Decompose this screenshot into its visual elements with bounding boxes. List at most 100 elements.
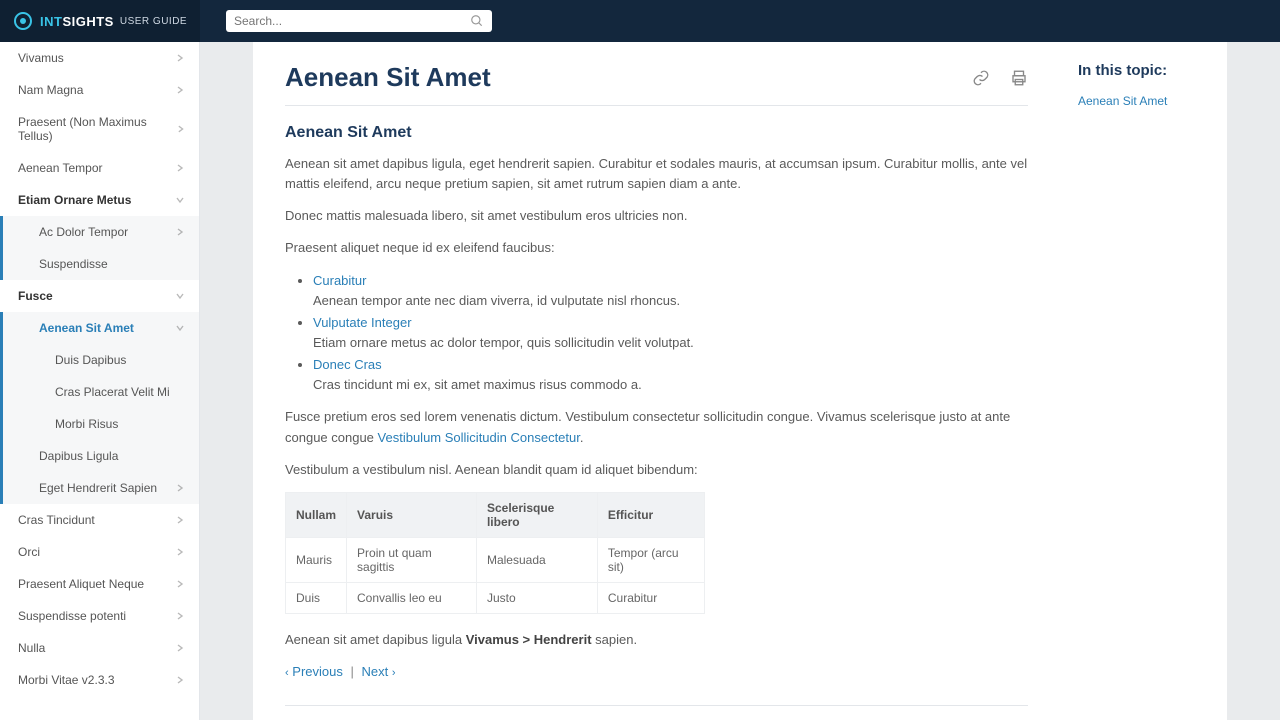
sidebar-item[interactable]: Praesent Aliquet Neque [0, 568, 199, 600]
sidebar-item-label: Cras Tincidunt [18, 513, 95, 527]
in-this-topic: In this topic: Aenean Sit Amet [1060, 42, 1227, 720]
sidebar-item-label: Eget Hendrerit Sapien [39, 481, 157, 495]
chevron-right-icon [175, 227, 185, 237]
chevron-right-icon [175, 515, 185, 525]
in-this-topic-link[interactable]: Aenean Sit Amet [1078, 94, 1167, 108]
inline-link[interactable]: Vestibulum Sollicitudin Consectetur [378, 430, 580, 445]
table-cell: Proin ut quam sagittis [347, 537, 477, 582]
paragraph-1: Aenean sit amet dapibus ligula, eget hen… [285, 154, 1028, 194]
list-item-desc: Etiam ornare metus ac dolor tempor, quis… [313, 333, 1028, 353]
brand-logo-icon [14, 12, 32, 30]
sidebar-item[interactable]: Vivamus [0, 42, 199, 74]
sidebar-item[interactable]: Praesent (Non Maximus Tellus) [0, 106, 199, 152]
sidebar-item-label: Fusce [18, 289, 53, 303]
list-item: Vulputate Integer Etiam ornare metus ac d… [313, 313, 1028, 353]
content-outer: Aenean Sit Amet Aenean Sit Amet Aenean s… [200, 42, 1280, 720]
paragraph-3: Praesent aliquet neque id ex eleifend fa… [285, 238, 1028, 258]
chevron-right-icon [175, 643, 185, 653]
topbar: INTSIGHTS USER GUIDE [0, 0, 1280, 42]
sidebar-item-label: Praesent Aliquet Neque [18, 577, 144, 591]
list-item-link[interactable]: Curabitur [313, 273, 366, 288]
sidebar-item[interactable]: Suspendisse [3, 248, 199, 280]
brand-sub: USER GUIDE [120, 16, 187, 27]
sidebar-item-label: Etiam Ornare Metus [18, 193, 131, 207]
chevron-right-icon [175, 675, 185, 685]
table-header-row: NullamVaruisScelerisque liberoEfficitur [286, 492, 705, 537]
sidebar-item[interactable]: Morbi Risus [3, 408, 199, 440]
page-title: Aenean Sit Amet [285, 62, 491, 93]
list-item-link[interactable]: Vulputate Integer [313, 315, 412, 330]
search-input[interactable] [234, 14, 470, 28]
sidebar-item[interactable]: Nam Magna [0, 74, 199, 106]
table-cell: Tempor (arcu sit) [597, 537, 704, 582]
sidebar-item-label: Nam Magna [18, 83, 83, 97]
list-item-link[interactable]: Donec Cras [313, 357, 382, 372]
sidebar-item[interactable]: Dapibus Ligula [3, 440, 199, 472]
sidebar-item-label: Nulla [18, 641, 45, 655]
chevron-down-icon [175, 323, 185, 333]
list-item: Donec Cras Cras tincidunt mi ex, sit amet… [313, 355, 1028, 395]
sidebar-item-label: Duis Dapibus [55, 353, 126, 367]
sidebar-item-label: Suspendisse [39, 257, 108, 271]
table-row: MaurisProin ut quam sagittisMalesuadaTem… [286, 537, 705, 582]
sidebar-item[interactable]: Eget Hendrerit Sapien [3, 472, 199, 504]
sidebar-item[interactable]: Duis Dapibus [3, 344, 199, 376]
sidebar-item[interactable]: Cras Placerat Velit Mi [3, 376, 199, 408]
chevron-right-icon [176, 124, 185, 134]
sidebar-item[interactable]: Orci [0, 536, 199, 568]
list-item: CurabiturAenean tempor ante nec diam viv… [313, 271, 1028, 311]
print-icon[interactable] [1010, 69, 1028, 87]
table-cell: Malesuada [476, 537, 597, 582]
chevron-left-icon: ‹ [285, 667, 289, 679]
sidebar-item-label: Orci [18, 545, 40, 559]
sidebar-item-label: Ac Dolor Tempor [39, 225, 128, 239]
sidebar-item[interactable]: Aenean Sit Amet [3, 312, 199, 344]
table-cell: Mauris [286, 537, 347, 582]
sidebar-item[interactable]: Aenean Tempor [0, 152, 199, 184]
chevron-right-icon [175, 611, 185, 621]
sidebar-item[interactable]: Suspendisse potenti [0, 600, 199, 632]
table-header: Scelerisque libero [476, 492, 597, 537]
brand-name: INTSIGHTS [40, 14, 114, 29]
table-cell: Justo [476, 582, 597, 613]
sidebar-item-label: Aenean Tempor [18, 161, 103, 175]
chevron-right-icon [175, 163, 185, 173]
sidebar[interactable]: Vivamus Nam Magna Praesent (Non Maximus Te… [0, 42, 200, 720]
section-title: Aenean Sit Amet [285, 124, 1028, 142]
sidebar-item[interactable]: Etiam Ornare Metus [0, 184, 199, 216]
chevron-down-icon [175, 195, 185, 205]
footer: © IntSights. All rights reserved. [285, 705, 1028, 720]
sidebar-item[interactable]: Ac Dolor Tempor [3, 216, 199, 248]
permalink-icon[interactable] [972, 69, 990, 87]
sidebar-item[interactable]: Morbi Vitae v2.3.3 [0, 664, 199, 696]
sidebar-item[interactable]: Nulla [0, 632, 199, 664]
sidebar-item[interactable]: Cras Tincidunt [0, 504, 199, 536]
search-box[interactable] [226, 10, 492, 32]
chevron-right-icon [175, 579, 185, 589]
bullet-list: CurabiturAenean tempor ante nec diam viv… [313, 271, 1028, 396]
table-header: Varuis [347, 492, 477, 537]
layout: Vivamus Nam Magna Praesent (Non Maximus Te… [0, 42, 1280, 720]
sidebar-item[interactable]: Fusce [0, 280, 199, 312]
table-cell: Duis [286, 582, 347, 613]
prev-link[interactable]: ‹ Previous [285, 664, 343, 679]
next-link[interactable]: Next › [362, 664, 396, 679]
sidebar-item-label: Morbi Risus [55, 417, 118, 431]
sidebar-item-label: Aenean Sit Amet [39, 321, 134, 335]
list-item-desc: Cras tincidunt mi ex, sit amet maximus r… [313, 375, 1028, 395]
data-table: NullamVaruisScelerisque liberoEfficitur … [285, 492, 705, 614]
pager: ‹ Previous | Next › [285, 664, 1028, 679]
pager-sep: | [351, 664, 354, 679]
sidebar-item-label: Dapibus Ligula [39, 449, 118, 463]
brand[interactable]: INTSIGHTS USER GUIDE [0, 0, 200, 42]
sidebar-item-label: Cras Placerat Velit Mi [55, 385, 170, 399]
chevron-down-icon [175, 291, 185, 301]
chevron-right-icon [175, 53, 185, 63]
table-header: Efficitur [597, 492, 704, 537]
paragraph-2: Donec mattis malesuada libero, sit amet … [285, 206, 1028, 226]
sidebar-item-label: Suspendisse potenti [18, 609, 126, 623]
title-row: Aenean Sit Amet [285, 62, 1028, 106]
search-icon[interactable] [470, 14, 484, 28]
table-body: MaurisProin ut quam sagittisMalesuadaTem… [286, 537, 705, 613]
title-icons [972, 69, 1028, 87]
